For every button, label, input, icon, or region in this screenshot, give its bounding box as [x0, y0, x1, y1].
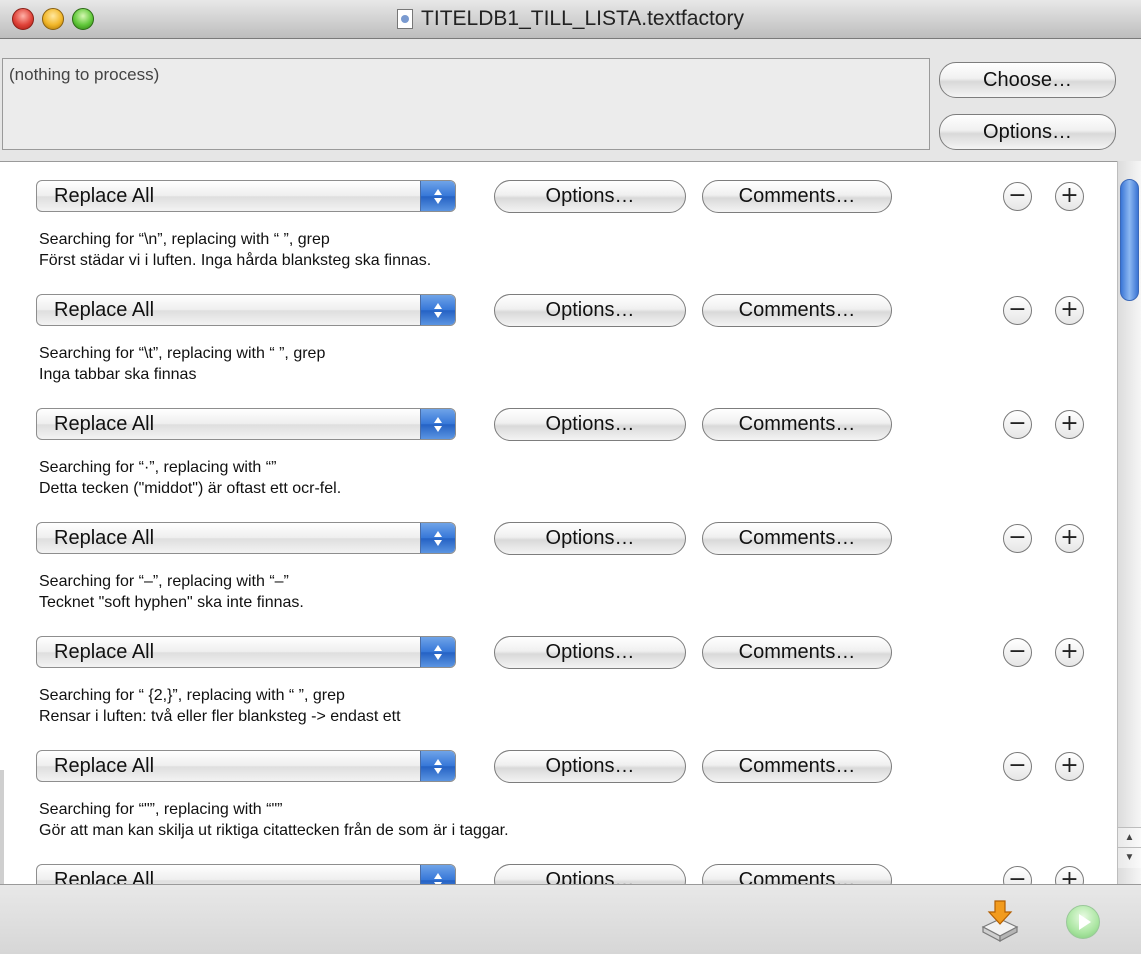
popup-arrows-icon — [420, 637, 455, 667]
window-title: TITELDB1_TILL_LISTA.textfactory — [421, 7, 744, 30]
bottom-toolbar — [0, 884, 1141, 954]
action-row: Replace All Options… Comments… − + Searc… — [0, 276, 1117, 390]
action-type-popup[interactable]: Replace All — [36, 408, 456, 440]
add-action-button[interactable]: + — [1055, 524, 1084, 553]
action-options-button[interactable]: Options… — [494, 180, 686, 213]
action-comments-button[interactable]: Comments… — [702, 408, 892, 441]
document-icon — [397, 9, 414, 29]
action-comment: Tecknet "soft hyphen" ska inte finnas. — [39, 594, 304, 611]
action-comments-button[interactable]: Comments… — [702, 750, 892, 783]
action-type-label: Replace All — [54, 413, 155, 435]
action-type-label: Replace All — [54, 641, 155, 663]
action-comment: Först städar vi i luften. Inga hårda bla… — [39, 252, 432, 269]
remove-action-button[interactable]: − — [1003, 752, 1032, 781]
action-type-popup[interactable]: Replace All — [36, 294, 456, 326]
vertical-scrollbar[interactable]: ▲ ▼ — [1117, 161, 1141, 884]
remove-action-button[interactable]: − — [1003, 410, 1032, 439]
action-comments-button[interactable]: Comments… — [702, 294, 892, 327]
textfactory-window: TITELDB1_TILL_LISTA.textfactory (nothing… — [0, 0, 1141, 954]
action-type-label: Replace All — [54, 869, 155, 885]
action-options-button[interactable]: Options… — [494, 636, 686, 669]
action-description: Searching for “\t”, replacing with “ ”, … — [39, 344, 325, 386]
files-to-process-box[interactable]: (nothing to process) — [2, 58, 930, 150]
remove-action-button[interactable]: − — [1003, 866, 1032, 885]
action-comments-button[interactable]: Comments… — [702, 180, 892, 213]
action-type-label: Replace All — [54, 185, 155, 207]
action-comment: Gör att man kan skilja ut riktiga citatt… — [39, 822, 509, 839]
popup-arrows-icon — [420, 295, 455, 325]
popup-arrows-icon — [420, 751, 455, 781]
action-type-popup[interactable]: Replace All — [36, 864, 456, 885]
action-type-popup[interactable]: Replace All — [36, 636, 456, 668]
scrollbar-thumb[interactable] — [1120, 179, 1139, 301]
add-action-button[interactable]: + — [1055, 752, 1084, 781]
action-options-button[interactable]: Options… — [494, 750, 686, 783]
action-options-button[interactable]: Options… — [494, 522, 686, 555]
remove-action-button[interactable]: − — [1003, 296, 1032, 325]
action-type-popup[interactable]: Replace All — [36, 750, 456, 782]
action-comments-button[interactable]: Comments… — [702, 522, 892, 555]
factory-options-button[interactable]: Options… — [939, 114, 1116, 150]
window-title-area: TITELDB1_TILL_LISTA.textfactory — [0, 0, 1141, 38]
save-tray-icon[interactable] — [979, 899, 1021, 943]
action-summary: Searching for “ {2,}”, replacing with “ … — [39, 687, 345, 704]
action-comments-button[interactable]: Comments… — [702, 636, 892, 669]
action-row: Replace All Options… Comments… − + Searc… — [0, 504, 1117, 618]
action-description: Searching for “"”, replacing with “"” Gö… — [39, 800, 509, 842]
action-summary: Searching for “·”, replacing with “” — [39, 459, 277, 476]
action-comments-button[interactable]: Comments… — [702, 864, 892, 885]
popup-arrows-icon — [420, 409, 455, 439]
add-action-button[interactable]: + — [1055, 182, 1084, 211]
remove-action-button[interactable]: − — [1003, 182, 1032, 211]
window-edge — [0, 770, 4, 884]
action-comment: Detta tecken ("middot") är oftast ett oc… — [39, 480, 342, 497]
add-action-button[interactable]: + — [1055, 410, 1084, 439]
popup-arrows-icon — [420, 181, 455, 211]
action-comment: Rensar i luften: två eller fler blankste… — [39, 708, 401, 725]
action-type-popup[interactable]: Replace All — [36, 522, 456, 554]
action-summary: Searching for “"”, replacing with “"” — [39, 801, 283, 818]
action-options-button[interactable]: Options… — [494, 408, 686, 441]
remove-action-button[interactable]: − — [1003, 524, 1032, 553]
action-description: Searching for “·”, replacing with “” Det… — [39, 458, 341, 500]
popup-arrows-icon — [420, 865, 455, 885]
action-row: Replace All Options… Comments… − + — [0, 846, 1117, 885]
action-list[interactable]: Replace All Options… Comments… − + Searc… — [0, 161, 1117, 885]
choose-button[interactable]: Choose… — [939, 62, 1116, 98]
action-type-label: Replace All — [54, 527, 155, 549]
action-options-button[interactable]: Options… — [494, 864, 686, 885]
scroll-down-arrow-icon[interactable]: ▼ — [1118, 847, 1141, 868]
action-type-label: Replace All — [54, 299, 155, 321]
action-summary: Searching for “–”, replacing with “–” — [39, 573, 289, 590]
remove-action-button[interactable]: − — [1003, 638, 1032, 667]
popup-arrows-icon — [420, 523, 455, 553]
title-bar[interactable]: TITELDB1_TILL_LISTA.textfactory — [0, 0, 1141, 39]
action-description: Searching for “–”, replacing with “–” Te… — [39, 572, 304, 614]
action-options-button[interactable]: Options… — [494, 294, 686, 327]
action-summary: Searching for “\t”, replacing with “ ”, … — [39, 345, 326, 362]
processing-status-text: (nothing to process) — [9, 65, 160, 84]
action-description: Searching for “ {2,}”, replacing with “ … — [39, 686, 401, 728]
add-action-button[interactable]: + — [1055, 866, 1084, 885]
action-row: Replace All Options… Comments… − + Searc… — [0, 390, 1117, 504]
action-comment: Inga tabbar ska finnas — [39, 366, 197, 383]
scroll-up-arrow-icon[interactable]: ▲ — [1118, 827, 1141, 848]
add-action-button[interactable]: + — [1055, 638, 1084, 667]
action-row: Replace All Options… Comments… − + Searc… — [0, 732, 1117, 846]
action-description: Searching for “\n”, replacing with “ ”, … — [39, 230, 431, 272]
add-action-button[interactable]: + — [1055, 296, 1084, 325]
action-summary: Searching for “\n”, replacing with “ ”, … — [39, 231, 330, 248]
run-play-icon[interactable] — [1066, 905, 1100, 939]
action-type-popup[interactable]: Replace All — [36, 180, 456, 212]
action-row: Replace All Options… Comments… − + Searc… — [0, 618, 1117, 732]
action-type-label: Replace All — [54, 755, 155, 777]
action-row: Replace All Options… Comments… − + Searc… — [0, 162, 1117, 276]
